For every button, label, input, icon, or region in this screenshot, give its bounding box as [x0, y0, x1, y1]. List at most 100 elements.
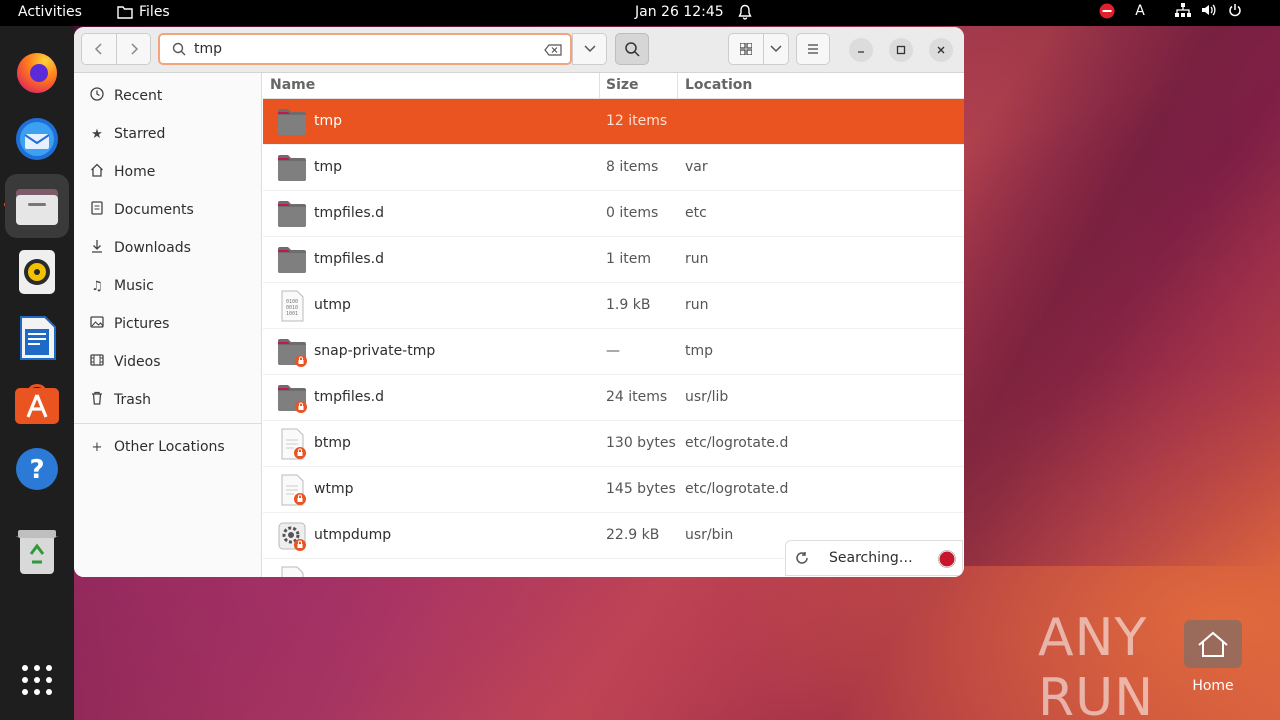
sidebar-item-label: Music — [114, 278, 154, 294]
sidebar-item-other-locations[interactable]: + Other Locations — [74, 428, 262, 466]
sidebar-item-music[interactable]: ♫ Music — [74, 267, 262, 305]
table-row[interactable]: snap-private-tmp — tmp — [263, 329, 964, 375]
volume-icon[interactable] — [1196, 3, 1222, 19]
sidebar-item-downloads[interactable]: Downloads — [74, 229, 262, 267]
column-size[interactable]: Size — [606, 77, 639, 93]
file-size: 22.9 kB — [606, 527, 660, 543]
file-location: run — [685, 297, 709, 313]
locked-file-icon — [281, 428, 306, 460]
search-options-button[interactable] — [572, 33, 607, 65]
hamburger-icon — [808, 44, 818, 54]
trash-icon[interactable] — [5, 520, 69, 584]
folder-icon — [278, 201, 306, 227]
sidebar-item-label: Trash — [114, 392, 151, 408]
view-options-button[interactable] — [763, 33, 789, 65]
table-row[interactable]: tmp 8 items var — [263, 145, 964, 191]
bell-icon[interactable] — [738, 4, 752, 24]
home-icon — [88, 163, 106, 181]
clock[interactable]: Jan 26 12:45 — [635, 4, 724, 20]
sidebar-item-starred[interactable]: ★ Starred — [74, 115, 262, 153]
search-input[interactable]: tmp — [158, 33, 572, 65]
back-button[interactable] — [81, 33, 117, 65]
files-icon[interactable] — [5, 174, 69, 238]
search-toggle-button[interactable] — [615, 33, 649, 65]
download-icon — [88, 239, 106, 257]
sidebar-item-documents[interactable]: Documents — [74, 191, 262, 229]
svg-text:?: ? — [29, 455, 44, 485]
system-tray[interactable]: A — [1094, 3, 1248, 19]
close-button[interactable] — [929, 38, 953, 62]
app-menu[interactable]: Files — [117, 4, 170, 20]
firefox-icon[interactable] — [5, 40, 69, 104]
desktop-home-icon[interactable] — [1184, 620, 1242, 668]
column-header: Name Size Location — [263, 73, 964, 99]
sidebar-item-trash[interactable]: Trash — [74, 381, 262, 419]
chevron-down-icon — [583, 45, 596, 53]
folder-icon — [278, 247, 306, 273]
videos-icon — [88, 354, 106, 370]
chevron-right-icon — [130, 43, 138, 55]
network-icon[interactable] — [1170, 3, 1196, 19]
search-progress-popover: Searching… — [785, 540, 963, 576]
document-icon — [88, 201, 106, 219]
file-size: 0 items — [606, 205, 659, 221]
stop-search-icon[interactable] — [938, 550, 956, 568]
minimize-icon — [858, 51, 864, 53]
file-name: tmp — [314, 159, 343, 175]
sidebar-item-recent[interactable]: Recent — [74, 77, 262, 115]
file-location: usr/lib — [685, 389, 729, 405]
clock-icon — [88, 87, 106, 105]
maximize-button[interactable] — [889, 38, 913, 62]
column-name[interactable]: Name — [270, 77, 315, 93]
column-location[interactable]: Location — [685, 77, 752, 93]
view-grid-button[interactable] — [728, 33, 764, 65]
rhythmbox-icon[interactable] — [5, 240, 69, 304]
sidebar-item-label: Starred — [114, 126, 166, 142]
table-row[interactable]: tmpfiles.d 24 items usr/lib — [263, 375, 964, 421]
minimize-button[interactable] — [849, 38, 873, 62]
table-row[interactable]: btmp 130 bytes etc/logrotate.d — [263, 421, 964, 467]
file-size: 130 bytes — [606, 435, 676, 451]
app-name: Files — [139, 4, 170, 20]
input-method-indicator[interactable]: A — [1120, 3, 1160, 19]
forward-button[interactable] — [116, 33, 151, 65]
column-divider — [677, 73, 678, 99]
plus-icon: + — [91, 439, 103, 455]
sidebar-item-home[interactable]: Home — [74, 153, 262, 191]
file-list: Name Size Location tmp 12 items tmp 8 items… — [263, 73, 964, 577]
thunderbird-icon[interactable] — [5, 107, 69, 171]
star-icon: ★ — [91, 126, 103, 142]
file-location: run — [685, 251, 709, 267]
wallpaper-fold — [960, 26, 1280, 566]
home-folder-icon — [1198, 631, 1228, 657]
libreoffice-writer-icon[interactable] — [5, 306, 69, 370]
sidebar-item-label: Pictures — [114, 316, 170, 332]
show-apps-icon[interactable] — [5, 648, 69, 712]
grid-icon — [740, 43, 752, 55]
music-icon: ♫ — [91, 278, 103, 294]
top-bar: Activities Files Jan 26 12:45 A — [0, 0, 1280, 26]
table-row[interactable]: tmpfiles.d 0 items etc — [263, 191, 964, 237]
file-size: 8 items — [606, 159, 659, 175]
table-row[interactable]: 0100 0010 1001 utmp 1.9 kB run — [263, 283, 964, 329]
main-menu-button[interactable] — [796, 33, 830, 65]
file-size: 1.9 kB — [606, 297, 651, 313]
file-size: 12 items — [606, 113, 668, 129]
activities-button[interactable]: Activities — [18, 4, 82, 20]
folder-icon — [117, 6, 133, 19]
app-center-icon[interactable] — [5, 371, 69, 435]
clear-search-icon[interactable] — [544, 44, 562, 56]
sidebar-item-pictures[interactable]: Pictures — [74, 305, 262, 343]
power-icon[interactable] — [1222, 3, 1248, 19]
desktop-home-label: Home — [1192, 678, 1234, 694]
spinner-icon — [796, 552, 808, 564]
sidebar-separator — [74, 423, 262, 424]
help-icon[interactable]: ? — [5, 437, 69, 501]
do-not-disturb-icon[interactable] — [1094, 3, 1120, 19]
sidebar-item-label: Home — [114, 164, 156, 180]
table-row[interactable]: wtmp 145 bytes etc/logrotate.d — [263, 467, 964, 513]
table-row[interactable]: tmpfiles.d 1 item run — [263, 237, 964, 283]
table-row[interactable]: tmp 12 items — [263, 99, 964, 145]
sidebar-item-videos[interactable]: Videos — [74, 343, 262, 381]
file-size: 1 item — [606, 251, 651, 267]
